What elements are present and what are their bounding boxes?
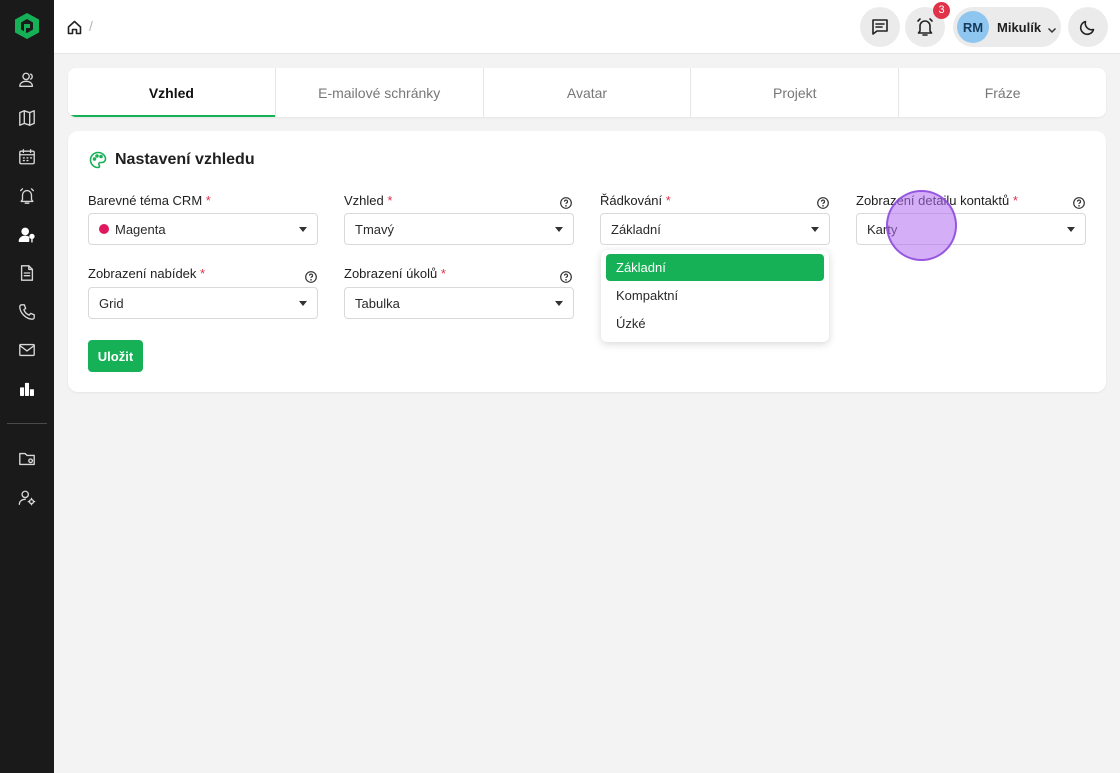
caret-down-icon — [811, 227, 819, 232]
contact-detail-select-value: Karty — [867, 221, 898, 237]
chat-icon — [872, 19, 888, 35]
breadcrumb-separator: / — [89, 18, 93, 34]
user-settings-icon[interactable] — [17, 488, 37, 508]
sidebar — [0, 0, 54, 773]
dropdown-option-narrow[interactable]: Úzké — [606, 310, 824, 337]
help-icon[interactable] — [560, 270, 572, 283]
folder-settings-icon[interactable] — [17, 449, 37, 469]
notification-count-badge: 3 — [933, 2, 950, 19]
caret-down-icon — [555, 301, 563, 306]
help-icon[interactable] — [560, 196, 572, 209]
appearance-label: Vzhled * — [344, 193, 393, 208]
offers-view-label: Zobrazení nabídek * — [88, 266, 206, 281]
sidebar-divider — [7, 423, 47, 424]
map-icon[interactable] — [17, 108, 37, 128]
caret-down-icon — [555, 227, 563, 232]
tab-project[interactable]: Projekt — [691, 68, 900, 117]
theme-toggle-button[interactable] — [1068, 7, 1108, 47]
row-spacing-dropdown-menu: Základní Kompaktní Úzké — [601, 250, 829, 342]
theme-color-dot — [99, 224, 109, 234]
caret-down-icon — [299, 227, 307, 232]
tab-vzhled[interactable]: Vzhled — [68, 68, 276, 117]
contacts-icon[interactable] — [17, 70, 37, 90]
user-pin-icon[interactable] — [17, 225, 37, 245]
contact-detail-label: Zobrazení detailu kontaktů * — [856, 193, 1018, 208]
topbar: / 3 RM Mikulík — [54, 0, 1120, 54]
mail-icon[interactable] — [17, 340, 37, 360]
offers-view-select[interactable]: Grid — [88, 287, 318, 319]
appearance-settings-card: Nastavení vzhledu Barevné téma CRM * Mag… — [68, 131, 1106, 392]
appearance-select[interactable]: Tmavý — [344, 213, 574, 245]
user-name: Mikulík — [997, 19, 1042, 35]
tab-avatar[interactable]: Avatar — [484, 68, 692, 117]
appearance-select-value: Tmavý — [355, 221, 394, 237]
row-spacing-label: Řádkování * — [600, 193, 671, 208]
theme-label: Barevné téma CRM * — [88, 193, 211, 208]
tab-phrases[interactable]: Fráze — [899, 68, 1106, 117]
tasks-view-select[interactable]: Tabulka — [344, 287, 574, 319]
settings-tabs: Vzhled E-mailové schránky Avatar Projekt… — [68, 68, 1106, 117]
chart-icon[interactable] — [17, 379, 37, 399]
user-menu[interactable]: RM Mikulík — [953, 7, 1061, 47]
help-icon[interactable] — [1073, 196, 1085, 209]
phone-icon[interactable] — [17, 302, 37, 322]
theme-select-value: Magenta — [115, 221, 166, 237]
help-icon[interactable] — [817, 196, 829, 209]
calendar-icon[interactable] — [17, 147, 37, 167]
contact-detail-select[interactable]: Karty — [856, 213, 1086, 245]
row-spacing-select[interactable]: Základní — [600, 213, 830, 245]
home-icon[interactable] — [67, 20, 82, 35]
app-logo[interactable] — [14, 12, 40, 40]
row-spacing-select-value: Základní — [611, 221, 661, 237]
avatar: RM — [957, 11, 989, 43]
tab-email-boxes[interactable]: E-mailové schránky — [276, 68, 484, 117]
caret-down-icon — [299, 301, 307, 306]
caret-down-icon — [1067, 227, 1075, 232]
alarm-icon[interactable] — [17, 186, 37, 206]
help-icon[interactable] — [305, 270, 317, 283]
palette-icon — [89, 151, 107, 169]
chevron-down-icon — [1047, 22, 1057, 34]
offers-view-select-value: Grid — [99, 295, 124, 311]
save-button[interactable]: Uložit — [88, 340, 143, 372]
notifications-button[interactable]: 3 — [905, 2, 950, 47]
tasks-view-label: Zobrazení úkolů * — [344, 266, 446, 281]
dropdown-option-basic[interactable]: Základní — [606, 254, 824, 281]
dropdown-option-compact[interactable]: Kompaktní — [606, 282, 824, 309]
bell-icon — [917, 18, 933, 36]
document-icon[interactable] — [17, 263, 37, 283]
messages-button[interactable] — [860, 7, 900, 47]
moon-icon — [1079, 20, 1095, 36]
tasks-view-select-value: Tabulka — [355, 295, 400, 311]
card-title-text: Nastavení vzhledu — [115, 151, 255, 168]
theme-select[interactable]: Magenta — [88, 213, 318, 245]
card-title: Nastavení vzhledu — [89, 151, 255, 169]
